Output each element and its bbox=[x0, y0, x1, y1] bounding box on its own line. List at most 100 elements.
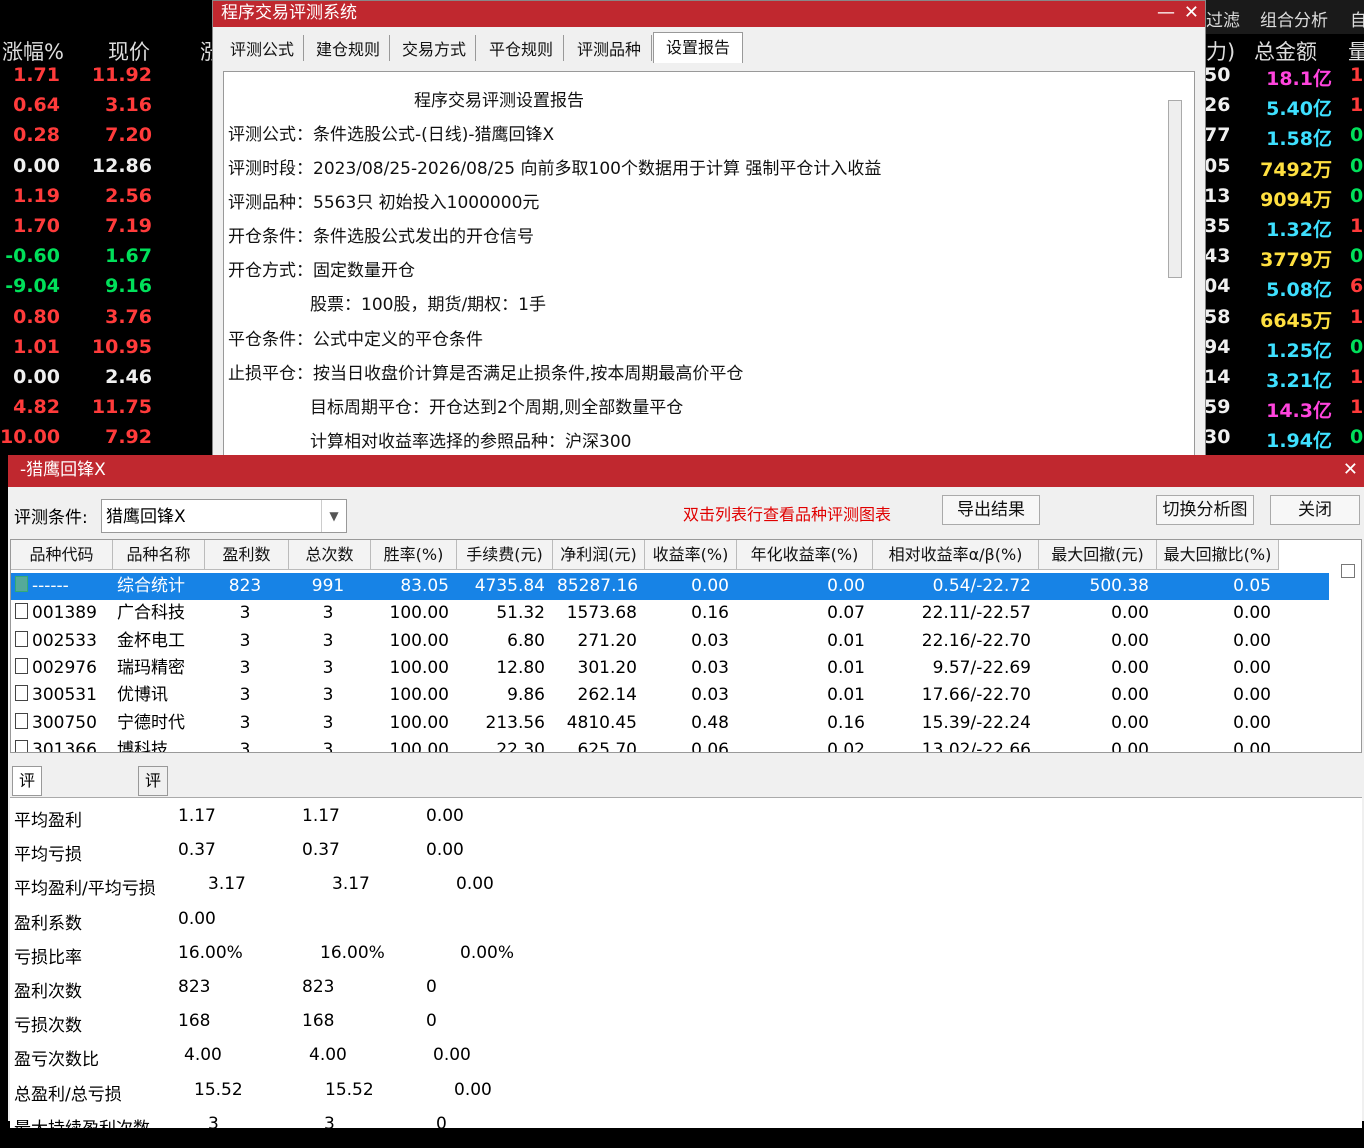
table-cell: 0.03 bbox=[691, 630, 729, 651]
column-header[interactable]: 年化收益率(%) bbox=[737, 540, 873, 570]
tab-filter[interactable]: 过滤 bbox=[1206, 6, 1240, 31]
results-close-icon[interactable]: ✕ bbox=[1343, 455, 1358, 485]
report-scrollbar[interactable] bbox=[1168, 100, 1182, 278]
tab-close-rules[interactable]: 平仓规则 bbox=[479, 35, 564, 61]
metric-value: 3.17 bbox=[208, 874, 246, 895]
table-cell: 瑞玛精密 bbox=[117, 657, 185, 678]
table-row[interactable]: 301366 博科技 3 3 100.00 22.30 625.70 0.06 0.02 13.0… bbox=[11, 737, 1329, 753]
column-header[interactable]: 品种名称 bbox=[113, 540, 205, 570]
chevron-down-icon[interactable]: ▼ bbox=[321, 500, 346, 532]
metric-value: 0.00 bbox=[456, 874, 494, 895]
metric-row: 平均亏损 0.37 0.37 0.00 bbox=[14, 840, 614, 874]
metric-value: 0.00 bbox=[433, 1045, 471, 1066]
tab-metric-explanation[interactable]: 评测指标说明 bbox=[138, 766, 169, 930]
metric-value: 4.00 bbox=[184, 1045, 222, 1066]
table-row[interactable]: 300750 宁德时代 3 3 100.00 213.56 4810.45 0.48 0.16 1… bbox=[11, 710, 1329, 737]
col-header-change[interactable]: 涨幅% bbox=[2, 36, 72, 64]
row-checkbox-icon[interactable] bbox=[15, 712, 28, 729]
results-table[interactable]: 品种代码 品种名称 盈利数 总次数 胜率(%) 手续费(元) 净利润(元) 收益率(%) 年化收… bbox=[10, 539, 1362, 753]
metric-value: 0.00 bbox=[178, 908, 216, 929]
table-cell: 0.00 bbox=[1111, 739, 1149, 753]
tab-metric-details[interactable]: 评测指标详情 bbox=[12, 766, 43, 930]
metric-value: 0.00 bbox=[426, 840, 464, 861]
tab-trade-method[interactable]: 交易方式 bbox=[393, 35, 476, 61]
stock-volume: 1 bbox=[1350, 64, 1364, 86]
table-cell: 001389 bbox=[15, 600, 105, 627]
table-cell: 0.07 bbox=[827, 603, 865, 624]
table-row[interactable]: 001389 广合科技 3 3 100.00 51.32 1573.68 0.16 0.07 22… bbox=[11, 600, 1329, 627]
column-header[interactable]: 最大回撤(元) bbox=[1039, 540, 1157, 570]
stock-price: 3.16 bbox=[105, 94, 152, 117]
report-target-period: 目标周期平仓：开仓达到2个周期,则全部数量平仓 bbox=[310, 398, 684, 418]
table-cell: 301.20 bbox=[577, 657, 637, 678]
column-header[interactable]: 胜率(%) bbox=[371, 540, 457, 570]
col-header-price[interactable]: 现价 bbox=[108, 36, 168, 64]
tab-portfolio-analysis[interactable]: 组合分析 bbox=[1260, 6, 1328, 31]
table-cell: 0.00 bbox=[1111, 603, 1149, 624]
metric-label: 亏损比率 bbox=[14, 947, 82, 968]
export-button[interactable]: 导出结果 bbox=[942, 495, 1040, 525]
table-row[interactable]: 002976 瑞玛精密 3 3 100.00 12.80 301.20 0.03 0.01 9.5… bbox=[11, 655, 1329, 682]
table-corner-checkbox[interactable] bbox=[1341, 564, 1355, 578]
table-cell: 0.00 bbox=[1111, 630, 1149, 651]
stock-change: 10.00 bbox=[0, 426, 61, 449]
table-cell: 4735.84 bbox=[474, 576, 545, 596]
close-icon[interactable]: ✕ bbox=[1184, 1, 1199, 25]
minimize-icon[interactable]: — bbox=[1157, 1, 1175, 25]
row-checkbox-icon[interactable] bbox=[15, 657, 28, 674]
results-title: -猎鹰回锋X bbox=[20, 460, 106, 480]
stock-change: 0.00 bbox=[13, 366, 60, 388]
report-formula: 评测公式：条件选股公式-(日线)-猎鹰回锋X bbox=[228, 125, 555, 145]
column-header[interactable]: 净利润(元) bbox=[553, 540, 645, 570]
column-header[interactable]: 相对收益率α/β(%) bbox=[873, 540, 1039, 570]
tab-instruments[interactable]: 评测品种 bbox=[567, 35, 652, 61]
column-header[interactable]: 最大回撤比(%) bbox=[1157, 540, 1279, 570]
tab-settings-report[interactable]: 设置报告 bbox=[653, 32, 743, 63]
col-header-force[interactable]: 力) bbox=[1206, 36, 1236, 64]
condition-select[interactable]: 猎鹰回锋X ▼ bbox=[101, 499, 347, 533]
metric-value: 3 bbox=[324, 1113, 335, 1134]
stock-volume: 1 bbox=[1350, 94, 1364, 117]
table-cell: 3 bbox=[322, 685, 334, 706]
table-row[interactable]: 300531 优博讯 3 3 100.00 9.86 262.14 0.03 0.01 17.66… bbox=[11, 682, 1329, 709]
report-instruments: 评测品种：5563只 初始投入1000000元 bbox=[228, 193, 540, 213]
stock-force: 50 bbox=[1204, 64, 1231, 86]
stock-amount: 3.21亿 bbox=[1266, 370, 1332, 392]
dialog-titlebar[interactable]: 程序交易评测系统 — ✕ bbox=[213, 1, 1205, 27]
tab-formula[interactable]: 评测公式 bbox=[221, 35, 304, 61]
stock-price: 12.86 bbox=[91, 154, 152, 177]
stock-volume: 0 bbox=[1350, 335, 1364, 358]
table-cell: 0.03 bbox=[691, 685, 729, 706]
row-checkbox-icon[interactable] bbox=[15, 739, 28, 752]
stock-change: 4.82 bbox=[13, 396, 60, 419]
metric-value: 168 bbox=[302, 1011, 335, 1032]
table-cell: 13.02/-22.66 bbox=[921, 739, 1031, 753]
report-text-area[interactable]: 程序交易评测设置报告 评测公式：条件选股公式-(日线)-猎鹰回锋X 评测时段：2… bbox=[223, 71, 1195, 463]
column-header[interactable]: 收益率(%) bbox=[645, 540, 737, 570]
stock-force: 77 bbox=[1204, 124, 1231, 147]
summary-row[interactable]: ------ 综合统计 823 991 83.05 4735.84 85287.16 0.00… bbox=[11, 573, 1329, 600]
table-cell: 0.02 bbox=[827, 739, 865, 753]
col-header-amount[interactable]: 总金额 bbox=[1254, 36, 1334, 64]
row-checkbox-icon[interactable] bbox=[15, 603, 28, 620]
row-checkbox-icon[interactable] bbox=[15, 630, 28, 647]
results-titlebar[interactable]: -猎鹰回锋X ✕ bbox=[8, 455, 1364, 487]
table-row[interactable]: 002533 金杯电工 3 3 100.00 6.80 271.20 0.03 0.01 22.1… bbox=[11, 628, 1329, 655]
tab-open-rules[interactable]: 建仓规则 bbox=[307, 35, 390, 61]
row-checkbox-icon[interactable] bbox=[15, 685, 28, 702]
column-header[interactable]: 总次数 bbox=[289, 540, 371, 570]
row-checkbox-icon[interactable] bbox=[15, 576, 28, 592]
column-header[interactable]: 手续费(元) bbox=[457, 540, 553, 570]
table-cell: 0.00 bbox=[1111, 657, 1149, 678]
switch-chart-button[interactable]: 切换分析图 bbox=[1156, 495, 1254, 525]
col-header-volume[interactable]: 量 bbox=[1348, 36, 1364, 64]
tab-self[interactable]: 自 bbox=[1350, 6, 1364, 31]
table-cell: 12.80 bbox=[496, 657, 545, 678]
table-cell: 625.70 bbox=[577, 739, 637, 753]
stock-price: 7.20 bbox=[105, 124, 152, 147]
column-header[interactable]: 品种代码 bbox=[11, 540, 113, 570]
column-header[interactable]: 盈利数 bbox=[205, 540, 289, 570]
stock-volume: 1 bbox=[1350, 215, 1364, 237]
close-button[interactable]: 关闭 bbox=[1270, 495, 1360, 525]
table-cell: 广合科技 bbox=[117, 603, 185, 624]
